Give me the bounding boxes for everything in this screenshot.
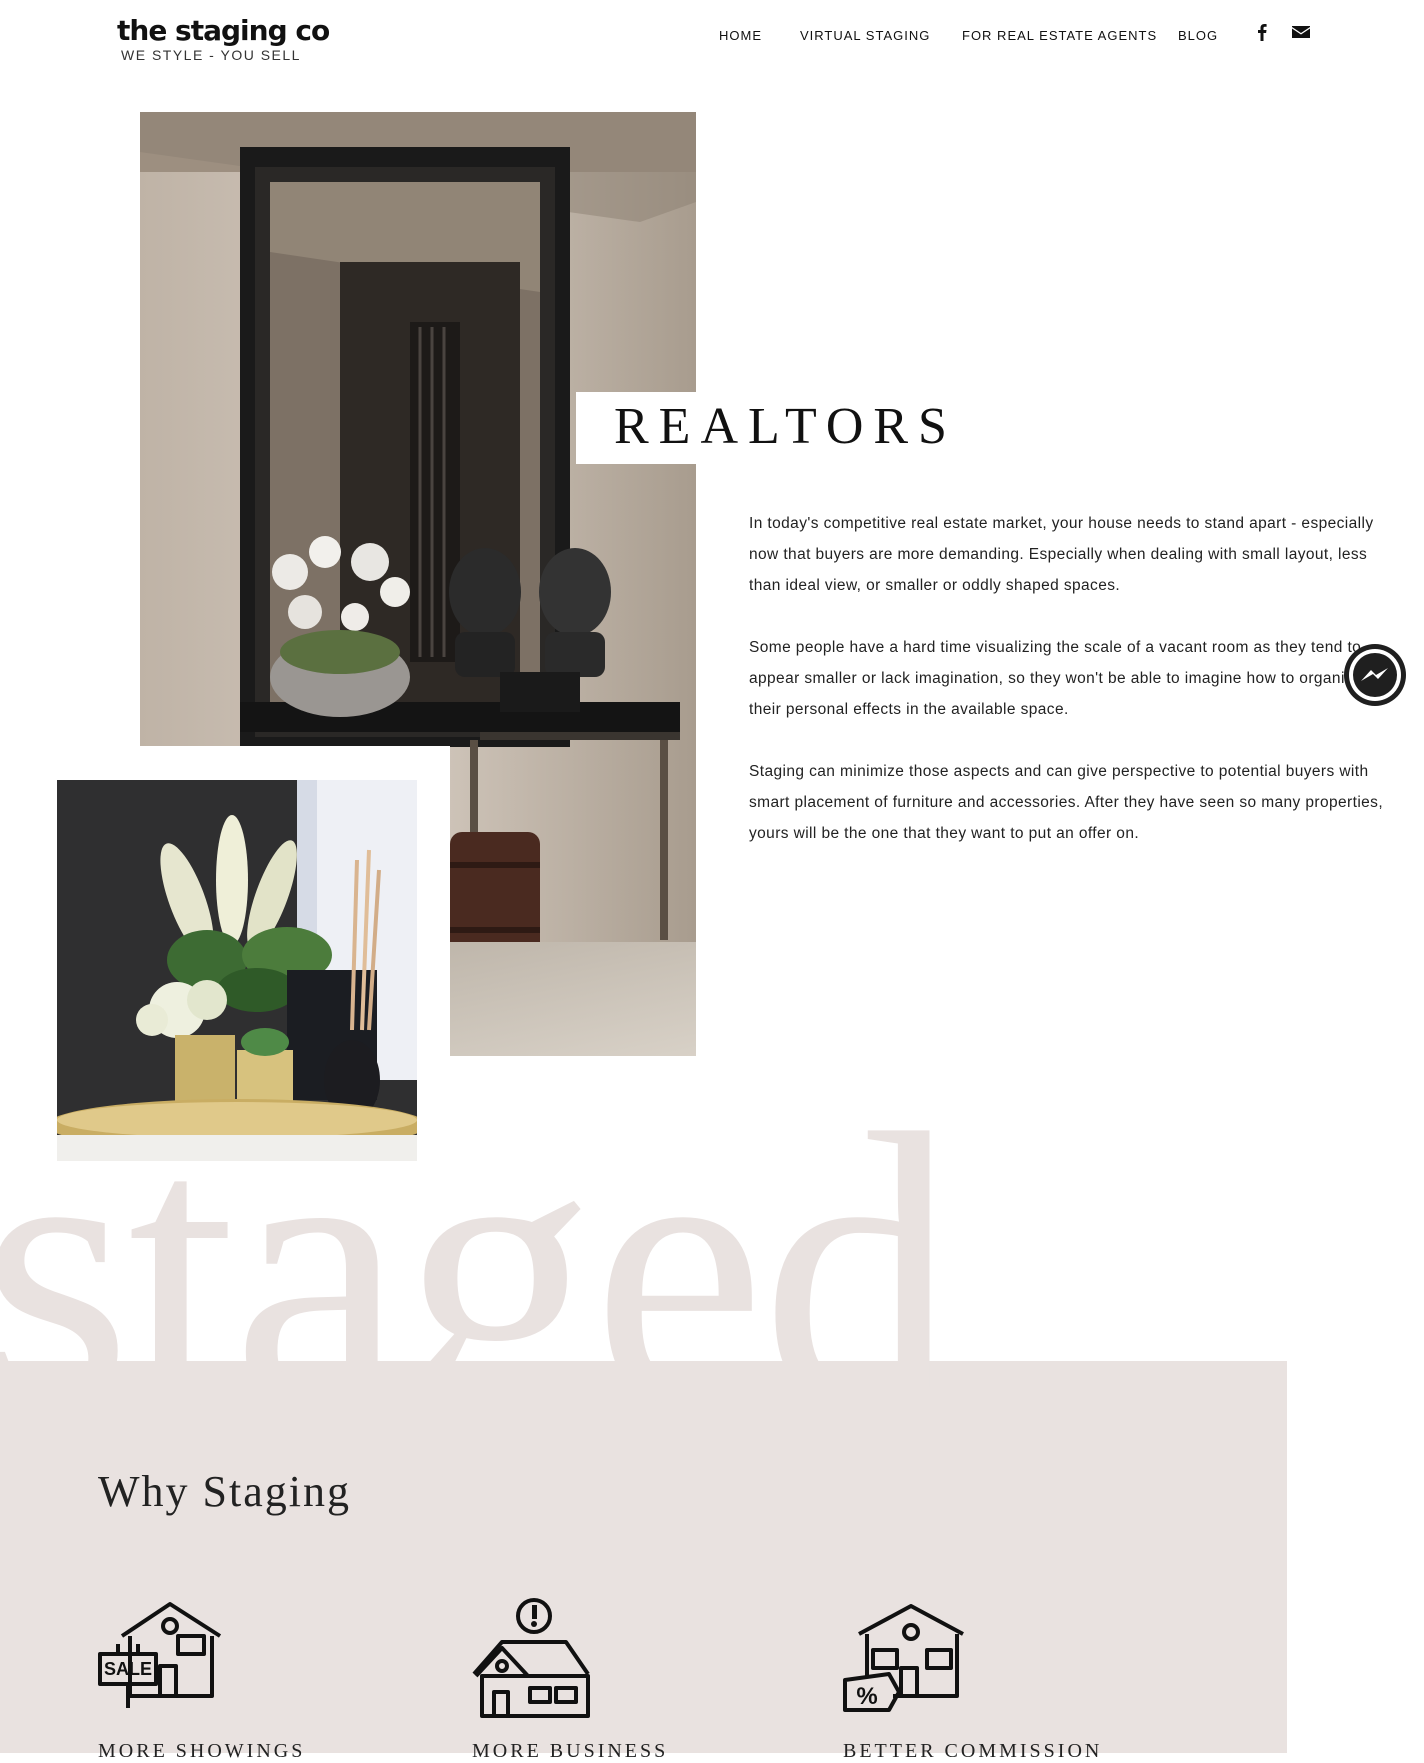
intro-paragraph-1: In today's competitive real estate marke… (749, 515, 1374, 594)
intro-text: In today's competitive real estate marke… (749, 508, 1389, 880)
logo[interactable]: the staging co WE STYLE - YOU SELL (117, 14, 330, 64)
why-staging-heading: Why Staging (98, 1467, 351, 1516)
feature-label-more-business: MORE BUSINESS (472, 1740, 669, 1762)
logo-tagline: WE STYLE - YOU SELL (121, 47, 301, 63)
nav-blog[interactable]: BLOG (1178, 28, 1218, 43)
facebook-icon[interactable] (1252, 22, 1272, 42)
page-title: REALTORS (614, 398, 957, 455)
house-percent-icon: % (843, 1604, 964, 1712)
envelope-icon[interactable] (1291, 22, 1311, 42)
messenger-chat-button[interactable] (1344, 644, 1406, 706)
nav-virtual-staging[interactable]: VIRTUAL STAGING (800, 28, 930, 43)
feature-label-more-showings: MORE SHOWINGS (98, 1740, 306, 1762)
nav-for-real-estate-agents[interactable]: FOR REAL ESTATE AGENTS (962, 28, 1157, 43)
intro-paragraph-3: Staging can minimize those aspects and c… (749, 763, 1384, 842)
staged-watermark-text: staged (0, 1054, 956, 1486)
svg-text:SALE: SALE (104, 1659, 152, 1679)
logo-main-text: the staging co (117, 14, 330, 47)
house-alert-icon (472, 1598, 590, 1718)
messenger-icon (1349, 649, 1401, 701)
feature-label-better-commission: BETTER COMMISSION (843, 1740, 1103, 1762)
nav-home[interactable]: HOME (719, 28, 762, 43)
svg-text:%: % (856, 1683, 877, 1710)
house-sale-sign-icon: SALE (98, 1602, 222, 1708)
intro-paragraph-2: Some people have a hard time visualizing… (749, 639, 1362, 718)
